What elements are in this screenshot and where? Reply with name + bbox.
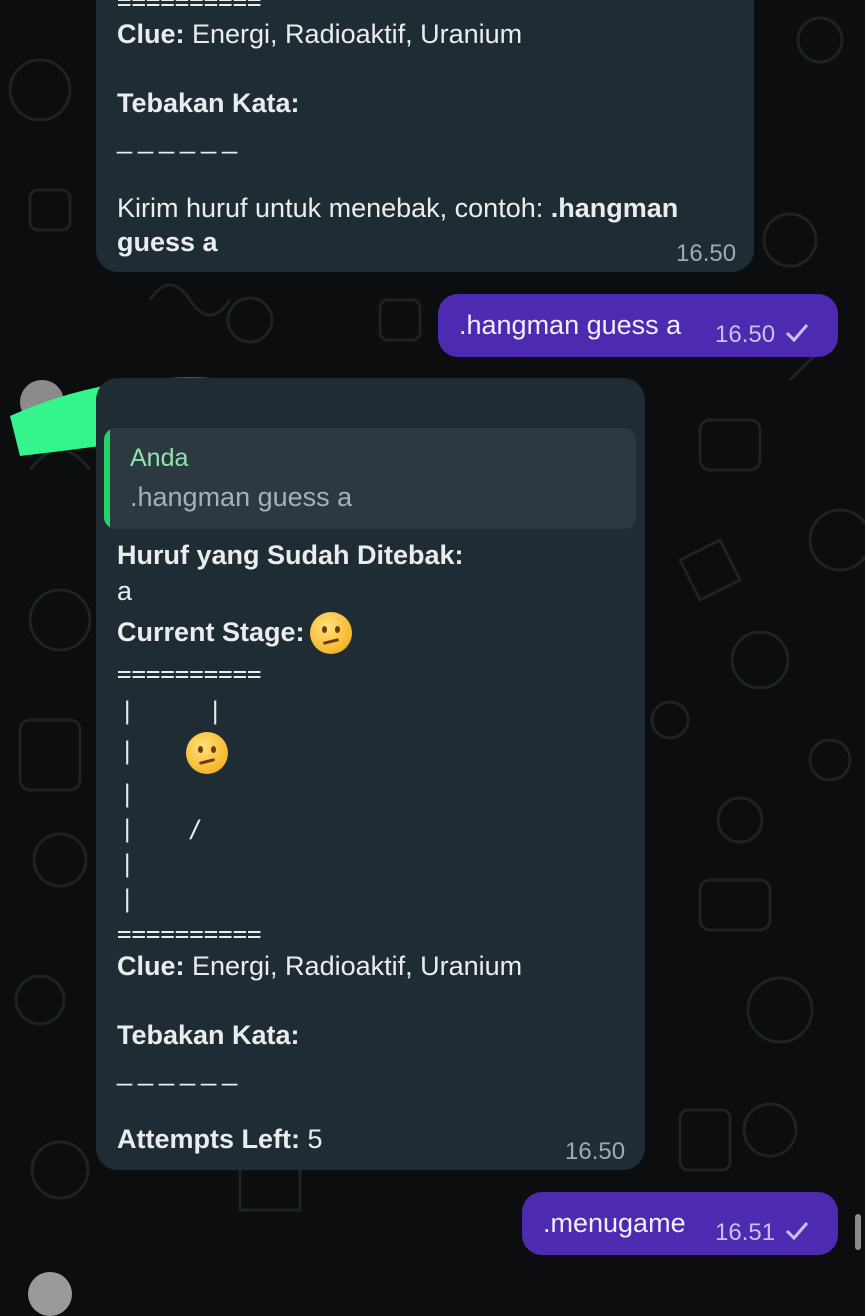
tebakan-label: Tebakan Kata: [117, 1020, 300, 1050]
tebakan-label: Tebakan Kata: [117, 88, 300, 118]
attempts-label: Attempts Left: [117, 1124, 300, 1154]
guessed-letters-label: Huruf yang Sudah Ditebak: [117, 540, 464, 570]
instruction-text: Kirim huruf untuk menebak, contoh: [117, 193, 551, 223]
hangman-art-bottom-line: ========== [117, 920, 262, 948]
gallows-pole: | [120, 885, 135, 913]
current-stage-label: Current Stage: [117, 617, 305, 647]
gallows-pole: | [120, 850, 135, 878]
instruction-command-cont: guess a [117, 227, 218, 257]
quote-author: Anda [130, 444, 189, 472]
instruction-command: .hangman [550, 193, 679, 223]
word-blanks: ______ [117, 1056, 244, 1086]
guessed-letters-value: a [117, 576, 133, 606]
clue-line: Clue: Energi, Radioaktif, Uranium [117, 17, 522, 51]
confused-face-emoji [186, 732, 228, 774]
hangman-art-top-line: ========== [117, 660, 262, 688]
clue-value: Energi, Radioaktif, Uranium [184, 951, 523, 981]
gallows-pole: | [120, 737, 135, 765]
quote-accent-bar [104, 428, 110, 529]
confused-face-emoji [310, 612, 352, 654]
gallows-pole: | [120, 780, 135, 808]
instruction-line: Kirim huruf untuk menebak, contoh: .hang… [117, 191, 678, 225]
word-blanks: ______ [117, 124, 244, 154]
avatar[interactable] [28, 1272, 72, 1316]
attempts-line: Attempts Left: 5 [117, 1122, 323, 1156]
sent-message-text: .menugame [543, 1208, 686, 1238]
read-check-icon [785, 324, 809, 343]
quoted-reply[interactable]: Anda .hangman guess a [104, 428, 636, 529]
sent-message-time: 16.50 [715, 321, 776, 348]
read-check-icon [785, 1222, 809, 1241]
gallows-pole: | [120, 697, 135, 725]
sent-message-text: .hangman guess a [459, 310, 682, 340]
message-time: 16.50 [676, 240, 737, 267]
clue-line: Clue: Energi, Radioaktif, Uranium [117, 949, 522, 983]
clue-label: Clue: [117, 19, 185, 49]
sent-message-time: 16.51 [715, 1219, 776, 1246]
scrollbar[interactable] [855, 1214, 861, 1250]
quote-text: .hangman guess a [130, 482, 353, 512]
hangman-leg: / [188, 815, 203, 843]
gallows-rope: | [208, 697, 223, 725]
gallows-pole: | [120, 815, 135, 843]
clue-value: Energi, Radioaktif, Uranium [184, 19, 523, 49]
clue-label: Clue: [117, 951, 185, 981]
attempts-value: 5 [300, 1124, 323, 1154]
hangman-art-bottom-line: ========== [117, 0, 262, 16]
message-time: 16.50 [565, 1138, 626, 1165]
